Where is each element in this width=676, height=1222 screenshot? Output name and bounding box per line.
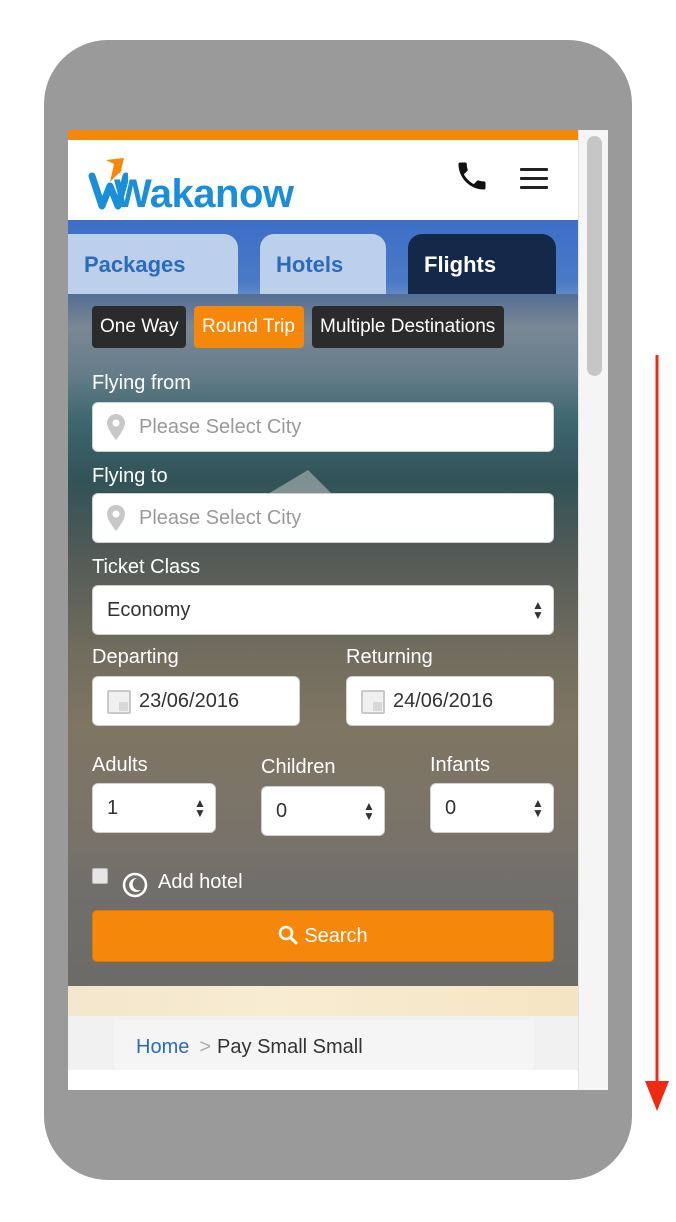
ticket-class-label: Ticket Class [92, 556, 201, 578]
breadcrumb-home-link[interactable]: Home [136, 1036, 189, 1058]
scrollbar-thumb[interactable] [587, 136, 602, 376]
children-label: Children [261, 756, 336, 778]
returning-label: Returning [346, 646, 433, 668]
phone-icon[interactable] [454, 158, 490, 194]
search-icon [279, 925, 298, 945]
hamburger-menu-icon[interactable] [520, 168, 552, 190]
breadcrumb-separator: > [199, 1036, 212, 1058]
browser-screen: Wakanow Packages Hotels Flights One Way … [68, 130, 608, 1090]
select-arrows-icon: ▲ ▼ [194, 796, 206, 820]
returning-date-value: 24/06/2016 [393, 690, 494, 712]
calendar-icon [107, 690, 131, 714]
infants-select[interactable]: 0 ▲ ▼ [430, 783, 554, 833]
flying-from-placeholder: Please Select City [139, 416, 302, 438]
children-select[interactable]: 0 ▲ ▼ [261, 786, 385, 836]
flying-to-label: Flying to [92, 465, 168, 487]
tab-hotels[interactable]: Hotels [260, 234, 386, 294]
flying-to-input[interactable]: Please Select City [92, 493, 554, 543]
site-header: Wakanow [68, 140, 578, 220]
adults-value: 1 [107, 797, 119, 819]
select-arrows-icon: ▲ ▼ [532, 598, 544, 622]
search-button-label: Search [304, 925, 368, 947]
flying-to-placeholder: Please Select City [139, 507, 302, 529]
scroll-down-arrow-icon [645, 355, 669, 1111]
children-value: 0 [276, 800, 288, 822]
ticket-class-value: Economy [107, 599, 191, 621]
adults-label: Adults [92, 754, 148, 776]
round-trip-button[interactable]: Round Trip [194, 306, 304, 348]
multiple-destinations-button[interactable]: Multiple Destinations [312, 306, 504, 348]
page-content-start [68, 1070, 578, 1090]
infants-label: Infants [430, 754, 491, 776]
moon-icon [122, 872, 148, 898]
breadcrumb: Home > Pay Small Small [114, 1020, 534, 1070]
flying-from-label: Flying from [92, 372, 191, 394]
add-hotel-checkbox[interactable] [92, 868, 108, 884]
scrollbar[interactable] [578, 130, 608, 1090]
select-arrows-icon: ▲ ▼ [363, 799, 375, 823]
departing-date-input[interactable]: 23/06/2016 [92, 676, 300, 726]
hero-bottom-strip [68, 986, 578, 1016]
infants-value: 0 [445, 797, 457, 819]
returning-date-input[interactable]: 24/06/2016 [346, 676, 554, 726]
select-arrows-icon: ▲ ▼ [532, 796, 544, 820]
location-pin-icon [107, 414, 125, 440]
tab-flights[interactable]: Flights [408, 234, 556, 294]
breadcrumb-current: Pay Small Small [217, 1036, 363, 1058]
search-hero: Packages Hotels Flights One Way Round Tr… [68, 220, 578, 986]
location-pin-icon [107, 505, 125, 531]
departing-date-value: 23/06/2016 [139, 690, 240, 712]
search-button[interactable]: Search [92, 910, 554, 962]
flying-from-input[interactable]: Please Select City [92, 402, 554, 452]
calendar-icon [361, 690, 385, 714]
top-accent-bar [68, 130, 578, 140]
one-way-button[interactable]: One Way [92, 306, 186, 348]
departing-label: Departing [92, 646, 179, 668]
tab-packages[interactable]: Packages [68, 234, 238, 294]
adults-select[interactable]: 1 ▲ ▼ [92, 783, 216, 833]
ticket-class-select[interactable]: Economy ▲ ▼ [92, 585, 554, 635]
page-viewport: Wakanow Packages Hotels Flights One Way … [68, 130, 578, 1090]
add-hotel-label: Add hotel [158, 871, 243, 893]
logo-text: Wakanow [114, 172, 294, 216]
